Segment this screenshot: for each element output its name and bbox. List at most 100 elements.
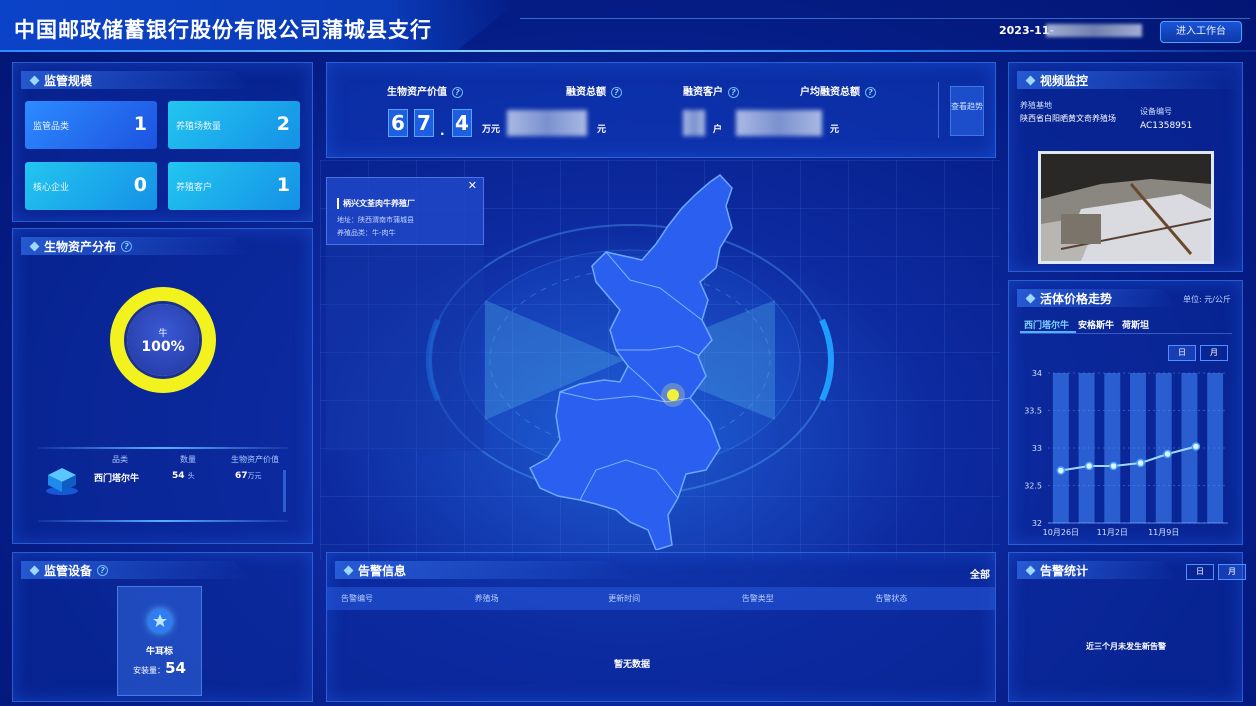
help-icon[interactable]: ? [728, 87, 739, 98]
device-value: AC1358951 [1140, 121, 1193, 131]
col-category: 品类 [112, 455, 128, 464]
device-name: 牛耳标 [145, 647, 173, 657]
cube-icon [44, 464, 80, 496]
device-installed: 安装量：54 [133, 659, 186, 677]
redacted-finance [507, 110, 587, 136]
seg-month[interactable]: 月 [1218, 564, 1246, 580]
chart-bar [1130, 373, 1146, 523]
panel-title: 生物资产分布? [21, 237, 251, 255]
farm-info-popup: ✕ 柄兴文荃肉牛养殖厂 地址：陕西渭南市蒲城县 养殖品类：牛-肉牛 [326, 177, 484, 245]
col-alert-id: 告警编号 [341, 594, 373, 603]
help-icon[interactable]: ? [121, 240, 133, 252]
digit: 7 [414, 109, 434, 137]
enter-workbench-button[interactable]: 进入工作台 [1160, 21, 1242, 43]
unit-hu: 户 [713, 125, 723, 135]
base-label: 养殖基地 [1020, 101, 1052, 110]
row-name: 西门塔尔牛 [94, 474, 140, 484]
device-label: 设备编号 [1140, 107, 1172, 116]
header: 中国邮政储蓄银行股份有限公司蒲城县支行 2023-11- 进入工作台 [0, 0, 1256, 54]
col-updated: 更新时间 [608, 594, 641, 603]
header-line [520, 18, 1250, 19]
col-farm: 养殖场 [474, 594, 499, 603]
help-icon[interactable]: ? [97, 564, 109, 576]
panel-title: 告警统计 [1017, 561, 1177, 579]
chart-bar [1078, 373, 1095, 523]
metric-customers-label: 融资客户? [683, 83, 739, 98]
popup-shadow [326, 245, 484, 451]
x-tick-label: 10月26日 [1043, 528, 1079, 537]
col-value: 生物资产价值 [231, 455, 279, 464]
card-categories[interactable]: 监管品类 1 [25, 101, 157, 149]
help-icon[interactable]: ? [452, 87, 463, 98]
asset-donut: 牛 100% [110, 287, 216, 393]
price-point [1056, 466, 1066, 475]
price-point [1084, 461, 1094, 471]
chart-bar [1207, 373, 1224, 523]
page-title: 中国邮政储蓄银行股份有限公司蒲城县支行 [14, 18, 432, 42]
panel-title: 活体价格走势 [1017, 289, 1177, 307]
alerts-panel: 告警信息 [326, 552, 996, 702]
base-value: 陕西省白阳晒黄文奇养殖场 [1020, 114, 1116, 123]
unit-yuan: 元 [597, 125, 607, 135]
row-count: 54 头 [172, 471, 195, 481]
alert-stats-message: 近三个月未发生新告警 [1086, 642, 1166, 651]
video-feed[interactable] [1038, 151, 1214, 264]
tab-angus[interactable]: 安格斯牛 [1078, 318, 1114, 331]
price-chart: 34 33.5 33 32.5 3210月26日 11月2日 11月9日 [1024, 369, 1228, 537]
empty-state: 暂无数据 [614, 660, 651, 670]
farm-category: 养殖品类：牛-肉牛 [337, 229, 396, 237]
divider [38, 447, 288, 449]
x-tick-label: 11月9日 [1148, 528, 1179, 537]
divider [38, 520, 288, 522]
col-count: 数量 [180, 455, 196, 464]
all-alerts-link[interactable]: 全部 [970, 566, 990, 581]
close-icon[interactable]: ✕ [468, 179, 477, 192]
y-tick-label: 32 [1032, 519, 1042, 528]
seg-month[interactable]: 月 [1200, 345, 1228, 361]
row-value: 67万元 [235, 471, 262, 481]
card-core-enterprise[interactable]: 核心企业 0 [25, 162, 157, 210]
seg-day[interactable]: 日 [1168, 345, 1196, 361]
unit-yuan: 元 [830, 125, 840, 135]
price-point [1136, 458, 1145, 468]
scrollbar[interactable] [283, 470, 286, 512]
metric-avg-label: 户均融资总额? [800, 83, 876, 98]
help-icon[interactable]: ? [865, 87, 876, 98]
col-type: 告警类型 [741, 594, 774, 603]
panel-title: 监管规模 [21, 71, 251, 89]
device-card[interactable]: 牛耳标 安装量：54 [117, 586, 202, 696]
redacted-avg [736, 110, 822, 136]
alert-table-header: 告警编号 养殖场 更新时间 告警类型 告警状态 [327, 587, 995, 610]
star-icon [148, 609, 172, 633]
tab-holstein[interactable]: 荷斯坦 [1122, 318, 1149, 331]
panel-title: 视频监控 [1017, 71, 1247, 89]
y-tick-label: 34 [1032, 369, 1042, 378]
card-farms[interactable]: 养殖场数量 2 [168, 101, 300, 149]
price-unit: 单位: 元/公斤 [1183, 295, 1231, 304]
price-point [1191, 442, 1201, 451]
header-divider [0, 50, 1256, 52]
card-customers[interactable]: 养殖客户 1 [168, 162, 300, 210]
price-point [1163, 449, 1172, 459]
tab-simmental[interactable]: 西门塔尔牛 [1024, 318, 1069, 331]
farm-address: 地址：陕西渭南市蒲城县 [337, 216, 414, 224]
chart-bar [1155, 373, 1172, 523]
seg-day[interactable]: 日 [1186, 564, 1214, 580]
date-redacted [1046, 24, 1142, 37]
col-status: 告警状态 [875, 594, 908, 603]
farm-name[interactable]: 柄兴文荃肉牛养殖厂 [337, 198, 415, 209]
x-tick-label: 11月2日 [1097, 528, 1128, 537]
metric-bio-asset-label: 生物资产价值? [387, 83, 463, 98]
y-tick-label: 33.5 [1024, 407, 1042, 416]
panel-title: 监管设备? [21, 561, 251, 579]
digit: 6 [388, 109, 408, 137]
metric-finance-label: 融资总额? [566, 83, 622, 98]
chart-bar [1104, 373, 1121, 523]
help-icon[interactable]: ? [611, 87, 622, 98]
view-trend-button[interactable]: 查看趋势 [950, 86, 984, 136]
y-tick-label: 33 [1032, 444, 1042, 453]
digit: 4 [452, 109, 472, 137]
redacted-customers [683, 110, 705, 136]
panel-title: 告警信息 [335, 561, 635, 579]
chart-bar [1052, 373, 1069, 523]
